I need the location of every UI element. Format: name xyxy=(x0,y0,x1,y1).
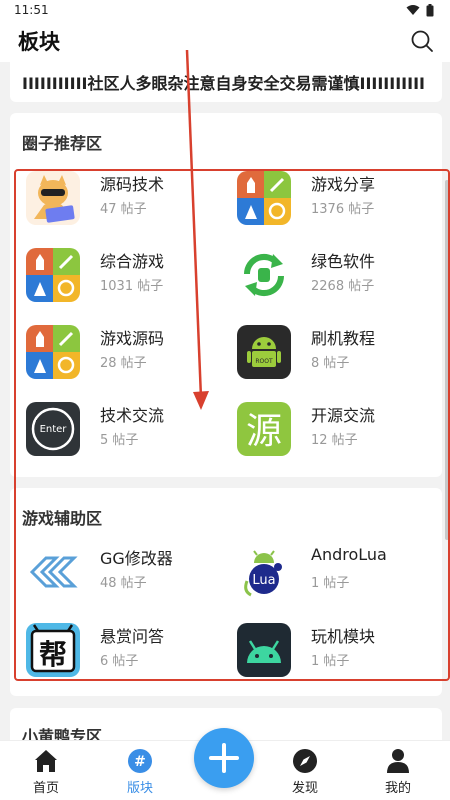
android-dark-icon xyxy=(237,623,291,677)
svg-text:#: # xyxy=(134,754,146,770)
board-name: 开源交流 xyxy=(311,406,376,425)
app-bar: 板块 xyxy=(0,20,450,62)
section-title: 游戏辅助区 xyxy=(22,509,103,528)
board-name: AndroLua xyxy=(311,545,387,564)
section-recommended: 圈子推荐区 源码技术 47 帖子 游戏分享 1376 帖子 综合游戏 1031 … xyxy=(10,113,442,477)
svg-text:ROOT: ROOT xyxy=(255,358,273,365)
notice-text: IIIIIIIIIII社区人多眼杂注意自身安全交易需谨慎IIIIIIIIIII xyxy=(22,74,425,93)
post-count: 2268 帖子 xyxy=(311,279,375,294)
notice-banner: IIIIIIIIIII社区人多眼杂注意自身安全交易需谨慎IIIIIIIIIII xyxy=(10,62,442,102)
board-name: 游戏分享 xyxy=(311,175,376,194)
nav-home[interactable]: 首页 xyxy=(6,741,86,800)
post-count: 5 帖子 xyxy=(100,433,139,448)
post-count: 1031 帖子 xyxy=(100,279,164,294)
board-name: 游戏源码 xyxy=(100,329,165,348)
android-root-icon: ROOT xyxy=(237,325,291,379)
board-item[interactable]: 游戏源码 28 帖子 xyxy=(20,325,220,385)
wifi-icon xyxy=(406,5,420,15)
svg-text:帮: 帮 xyxy=(39,638,67,671)
game-tiles-icon xyxy=(237,171,291,225)
board-name: 刷机教程 xyxy=(311,329,376,348)
svg-text:Enter: Enter xyxy=(40,424,68,435)
post-count: 12 帖子 xyxy=(311,433,358,448)
board-name: 绿色软件 xyxy=(311,252,376,271)
scrollbar[interactable] xyxy=(445,180,449,540)
post-count: 1 帖子 xyxy=(311,576,350,591)
green-refresh-icon xyxy=(237,248,291,302)
status-bar: 11:51 xyxy=(0,0,450,20)
page-title: 板块 xyxy=(18,30,60,54)
nav-label: 首页 xyxy=(32,781,59,796)
board-item[interactable]: 源码技术 47 帖子 xyxy=(20,171,220,231)
cartoon-animal-laptop-icon xyxy=(26,171,80,225)
search-icon[interactable] xyxy=(410,29,434,53)
post-count: 47 帖子 xyxy=(100,202,147,217)
board-item[interactable]: 源 开源交流 12 帖子 xyxy=(231,402,431,462)
board-item[interactable]: 游戏分享 1376 帖子 xyxy=(231,171,431,231)
enter-circle-icon: Enter xyxy=(26,402,80,456)
board-name: 悬赏问答 xyxy=(100,627,165,646)
post-count: 28 帖子 xyxy=(100,356,147,371)
nav-profile[interactable]: 我的 xyxy=(358,741,438,800)
svg-text:Lua: Lua xyxy=(252,573,275,588)
create-post-button[interactable] xyxy=(194,728,254,788)
yuan-character-icon: 源 xyxy=(237,402,291,456)
nav-discover[interactable]: 发现 xyxy=(265,741,345,800)
svg-text:源: 源 xyxy=(246,411,282,452)
board-item[interactable]: 帮 悬赏问答 6 帖子 xyxy=(20,623,220,683)
board-item[interactable]: 玩机模块 1 帖子 xyxy=(231,623,431,683)
lua-android-icon: Lua xyxy=(237,545,291,599)
compass-icon xyxy=(293,749,317,773)
post-count: 6 帖子 xyxy=(100,654,139,669)
section-title: 圈子推荐区 xyxy=(22,134,103,153)
board-name: GG修改器 xyxy=(100,549,173,568)
board-name: 技术交流 xyxy=(100,406,165,425)
post-count: 8 帖子 xyxy=(311,356,350,371)
board-name: 玩机模块 xyxy=(311,627,376,646)
post-count: 1376 帖子 xyxy=(311,202,375,217)
post-count: 48 帖子 xyxy=(100,576,147,591)
board-item[interactable]: 综合游戏 1031 帖子 xyxy=(20,248,220,308)
board-item[interactable]: Enter 技术交流 5 帖子 xyxy=(20,402,220,462)
post-count: 1 帖子 xyxy=(311,654,350,669)
hash-icon: # xyxy=(128,749,152,773)
board-item[interactable]: ROOT 刷机教程 8 帖子 xyxy=(231,325,431,385)
nav-label: 我的 xyxy=(384,781,411,796)
status-time: 11:51 xyxy=(14,3,49,17)
game-tiles-icon xyxy=(26,248,80,302)
section-game-assist: 游戏辅助区 GG修改器 48 帖子 Lua AndroLua 1 帖子 帮 悬赏… xyxy=(10,488,442,696)
nav-label: 版块 xyxy=(126,781,153,796)
board-item[interactable]: 绿色软件 2268 帖子 xyxy=(231,248,431,308)
board-item[interactable]: Lua AndroLua 1 帖子 xyxy=(231,545,431,605)
nav-label: 发现 xyxy=(291,781,318,796)
gg-logo-icon xyxy=(26,545,80,599)
home-icon xyxy=(35,750,57,772)
board-name: 综合游戏 xyxy=(100,252,165,271)
battery-icon xyxy=(426,3,434,16)
status-icons xyxy=(406,3,434,17)
nav-boards[interactable]: # 版块 xyxy=(100,741,180,800)
person-icon xyxy=(387,749,409,773)
bang-character-icon: 帮 xyxy=(26,623,80,677)
game-tiles-icon xyxy=(26,325,80,379)
plus-icon xyxy=(209,743,239,773)
board-name: 源码技术 xyxy=(100,175,165,194)
board-item[interactable]: GG修改器 48 帖子 xyxy=(20,545,220,605)
